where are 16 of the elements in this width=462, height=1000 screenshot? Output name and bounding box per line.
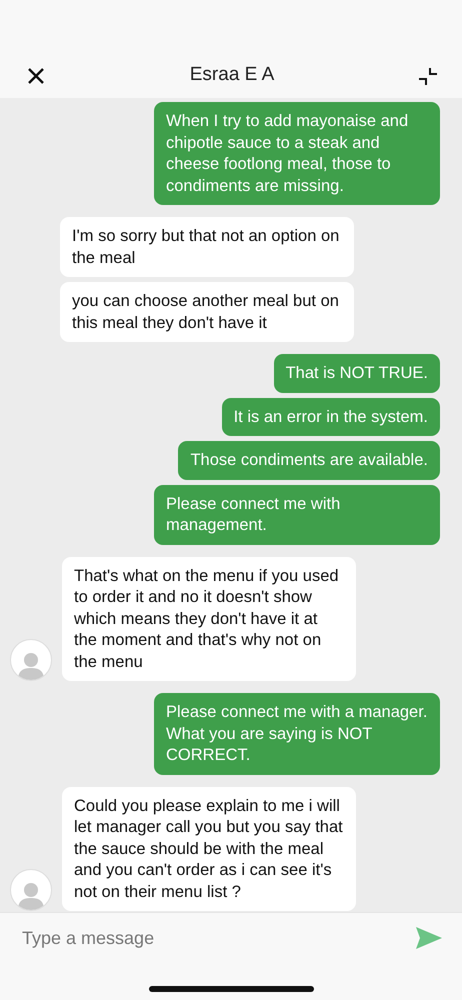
minimize-icon xyxy=(418,66,438,86)
received-message: That's what on the menu if you used to order it and no it doesn't show which means they don't have it at the moment and that's why not on the menu xyxy=(62,556,356,681)
received-message: Could you please explain to me i will let manager call you but you say that the sauce should be with the meal and you can't order as i can see it's not on their menu list ? xyxy=(62,786,356,911)
sent-message: Please connect me with management. xyxy=(154,484,440,544)
sent-message: Those condiments are available. xyxy=(178,441,440,480)
received-message: I'm so sorry but that not an option on the meal xyxy=(60,217,354,277)
sent-message: Please connect me with a manager. What you are saying is NOT CORRECT. xyxy=(154,693,440,774)
received-message: you can choose another meal but on this meal they don't have it xyxy=(60,282,354,342)
minimize-button[interactable] xyxy=(418,66,438,86)
chat-title: Esraa E A xyxy=(190,64,274,86)
close-button[interactable] xyxy=(26,66,46,86)
sent-message: When I try to add mayonaise and chipotle sauce to a steak and cheese footlong meal, those to condiments are missing. xyxy=(154,102,440,205)
sent-message: It is an error in the system. xyxy=(222,398,440,436)
close-icon xyxy=(26,66,46,86)
send-icon xyxy=(416,927,442,949)
sent-message: That is NOT TRUE. xyxy=(274,354,440,392)
